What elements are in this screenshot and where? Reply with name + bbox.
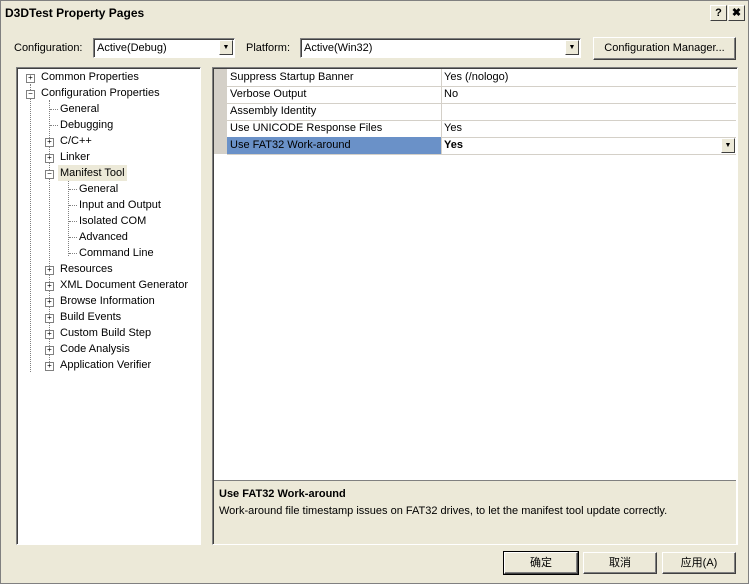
tree-item-app-verifier[interactable]: Application Verifier (60, 357, 151, 373)
property-value[interactable]: No (444, 88, 458, 100)
tree-item-xml-doc[interactable]: XML Document Generator (60, 277, 188, 293)
tree-item-build-events[interactable]: Build Events (60, 309, 121, 325)
property-value[interactable]: Yes (444, 122, 462, 134)
expand-icon[interactable]: + (45, 138, 54, 147)
expand-icon[interactable]: + (45, 298, 54, 307)
ok-button[interactable]: 确定 (503, 551, 579, 575)
tree-item-mt-general[interactable]: General (79, 181, 118, 197)
tree-item-manifest-tool[interactable]: Manifest Tool (58, 165, 127, 181)
chevron-down-icon[interactable]: ▼ (565, 40, 579, 55)
grid-row[interactable]: Verbose Output No (227, 86, 736, 104)
apply-button[interactable]: 应用(A) (662, 552, 736, 574)
help-icon[interactable]: ? (710, 5, 727, 21)
expand-icon[interactable]: + (45, 314, 54, 323)
grid-gutter (214, 69, 227, 154)
platform-label: Platform: (246, 42, 291, 54)
window-title: D3DTest Property Pages (5, 6, 145, 20)
collapse-icon[interactable]: − (26, 90, 35, 99)
chevron-down-icon[interactable]: ▼ (721, 138, 735, 153)
configuration-dropdown[interactable]: Active(Debug) ▼ (93, 38, 235, 58)
tree-item-mt-advanced[interactable]: Advanced (79, 229, 128, 245)
configuration-label: Configuration: (14, 42, 83, 54)
grid-row[interactable]: Use UNICODE Response Files Yes (227, 120, 736, 138)
property-value[interactable]: Yes (/nologo) (444, 71, 508, 83)
property-value[interactable]: Yes (444, 139, 463, 151)
close-icon[interactable]: ✖ (728, 5, 745, 21)
property-name: Use UNICODE Response Files (230, 122, 383, 134)
platform-value: Active(Win32) (304, 42, 373, 54)
tree-item-mt-command-line[interactable]: Command Line (79, 245, 154, 261)
cancel-button[interactable]: 取消 (583, 552, 657, 574)
tree-item-code-analysis[interactable]: Code Analysis (60, 341, 130, 357)
property-name: Verbose Output (230, 88, 307, 100)
description-title: Use FAT32 Work-around (219, 488, 346, 500)
tree-item-browse-info[interactable]: Browse Information (60, 293, 155, 309)
platform-dropdown[interactable]: Active(Win32) ▼ (300, 38, 581, 58)
tree-item-resources[interactable]: Resources (60, 261, 113, 277)
expand-icon[interactable]: + (26, 74, 35, 83)
tree-item-cpp[interactable]: C/C++ (60, 133, 92, 149)
property-name: Suppress Startup Banner (230, 71, 354, 83)
chevron-down-icon[interactable]: ▼ (219, 40, 233, 55)
title-bar: D3DTest Property Pages ? ✖ (1, 1, 748, 25)
expand-icon[interactable]: + (45, 362, 54, 371)
property-name: Use FAT32 Work-around (230, 139, 351, 151)
tree-item-custom-build[interactable]: Custom Build Step (60, 325, 151, 341)
expand-icon[interactable]: + (45, 154, 54, 163)
configuration-value: Active(Debug) (97, 42, 167, 54)
collapse-icon[interactable]: − (45, 170, 54, 179)
tree-item-configuration-properties[interactable]: Configuration Properties (41, 85, 160, 101)
expand-icon[interactable]: + (45, 346, 54, 355)
expand-icon[interactable]: + (45, 266, 54, 275)
tree-item-linker[interactable]: Linker (60, 149, 90, 165)
tree-item-mt-input-output[interactable]: Input and Output (79, 197, 161, 213)
expand-icon[interactable]: + (45, 282, 54, 291)
property-pages-dialog: D3DTest Property Pages ? ✖ Configuration… (0, 0, 749, 584)
tree-item-debugging[interactable]: Debugging (60, 117, 113, 133)
property-grid: Suppress Startup Banner Yes (/nologo) Ve… (212, 67, 738, 545)
tree-item-general[interactable]: General (60, 101, 99, 117)
tree-item-common-properties[interactable]: Common Properties (41, 69, 139, 85)
property-name: Assembly Identity (230, 105, 317, 117)
configuration-manager-button[interactable]: Configuration Manager... (593, 37, 736, 60)
property-tree: + Common Properties − Configuration Prop… (16, 67, 201, 545)
description-text: Work-around file timestamp issues on FAT… (219, 505, 668, 517)
tree-item-mt-isolated-com[interactable]: Isolated COM (79, 213, 146, 229)
description-panel: Use FAT32 Work-around Work-around file t… (214, 480, 736, 544)
expand-icon[interactable]: + (45, 330, 54, 339)
grid-row-selected[interactable]: Use FAT32 Work-around Yes ▼ (227, 137, 736, 155)
grid-row[interactable]: Suppress Startup Banner Yes (/nologo) (227, 69, 736, 87)
grid-row[interactable]: Assembly Identity (227, 103, 736, 121)
